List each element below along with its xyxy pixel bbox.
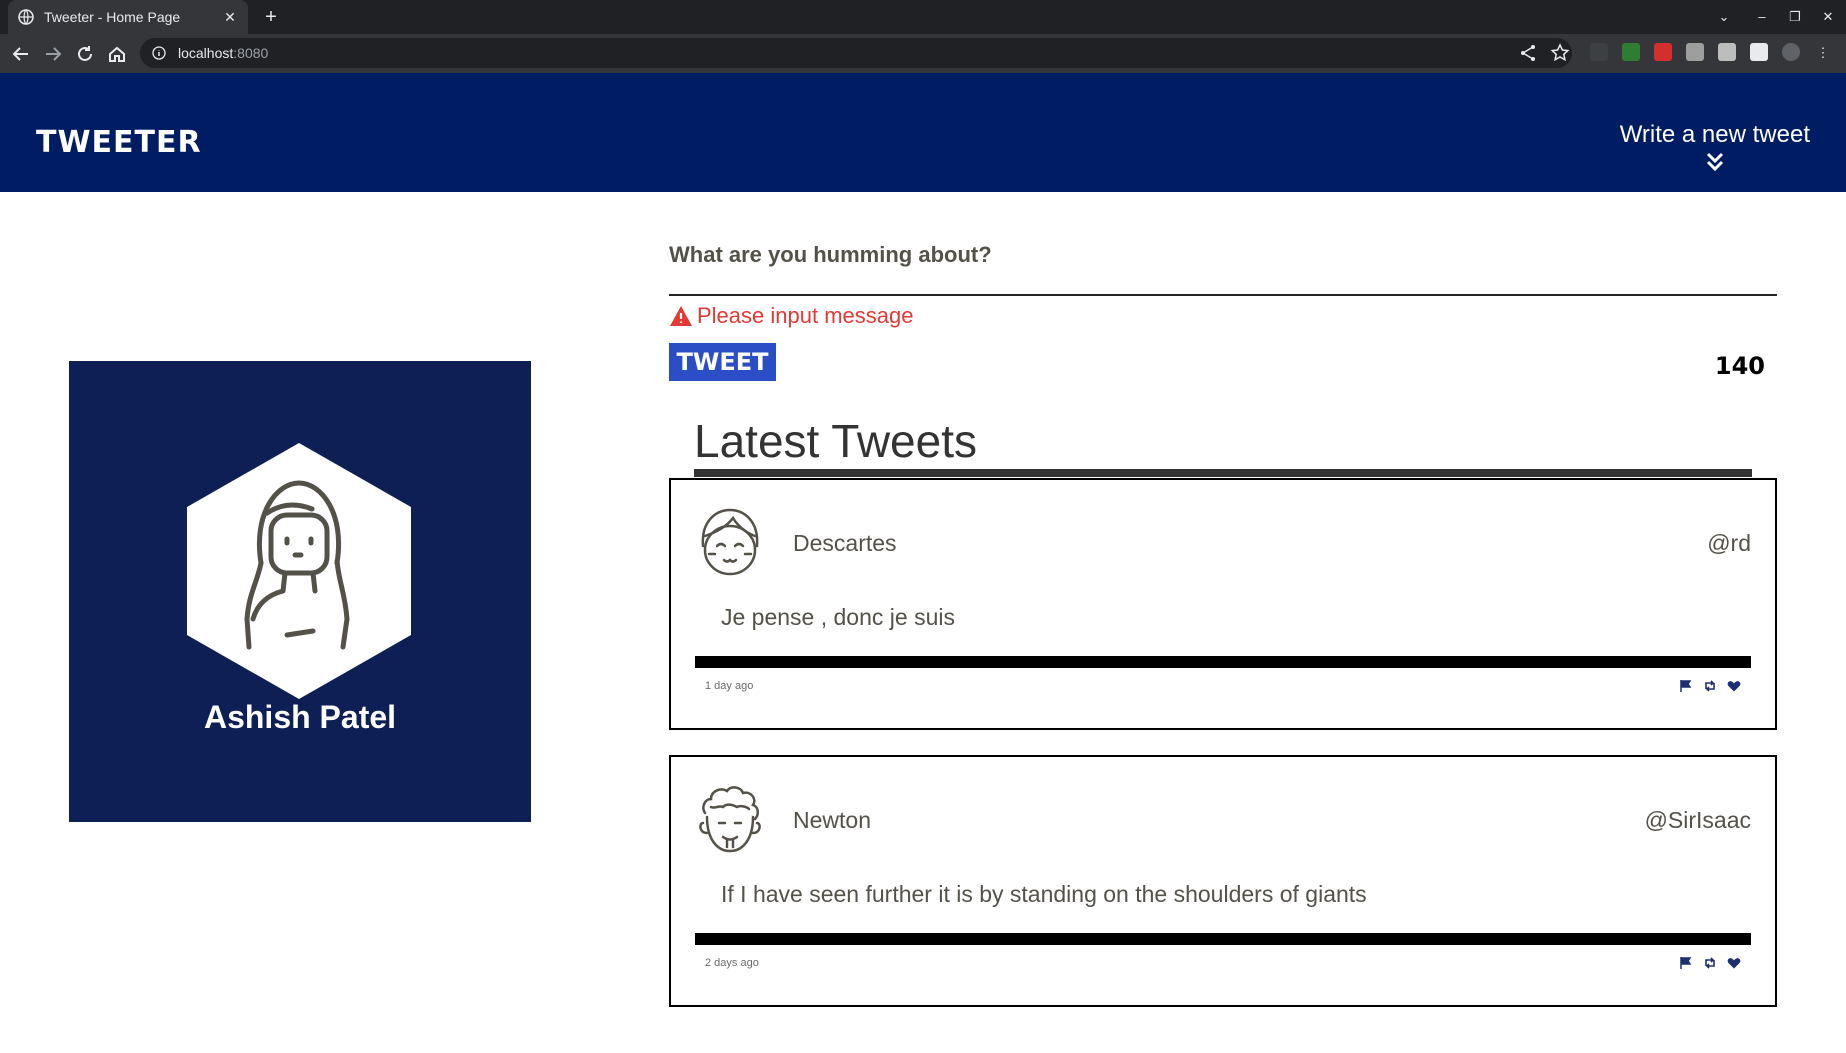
error-message: Please input message xyxy=(669,303,913,329)
tab-title: Tweeter - Home Page xyxy=(44,9,181,25)
globe-icon xyxy=(18,9,34,25)
reload-icon[interactable] xyxy=(74,43,96,65)
star-icon[interactable] xyxy=(1550,43,1570,63)
restore-icon[interactable]: ❐ xyxy=(1784,6,1806,28)
tweet-author: Newton xyxy=(793,807,871,833)
tweet-timestamp: 1 day ago xyxy=(705,680,754,692)
new-tab-button[interactable]: + xyxy=(260,6,282,28)
site-header: TWEETER Write a new tweet xyxy=(0,73,1846,192)
warning-icon xyxy=(670,306,692,326)
write-new-tweet-toggle[interactable]: Write a new tweet xyxy=(1620,121,1810,173)
url-host: localhost xyxy=(178,45,234,61)
flag-icon[interactable] xyxy=(1679,679,1693,693)
minimize-icon[interactable]: – xyxy=(1751,6,1773,28)
tweet-divider xyxy=(695,933,1751,945)
latest-tweets-divider xyxy=(694,469,1752,477)
error-text: Please input message xyxy=(697,303,914,328)
tweet-divider xyxy=(695,656,1751,668)
tweet-card: Descartes @rd Je pense , donc je suis 1 … xyxy=(669,478,1777,730)
tweet-author: Descartes xyxy=(793,530,897,556)
character-counter: 140 xyxy=(1714,352,1765,380)
tweet-card: Newton @SirIsaac If I have seen further … xyxy=(669,755,1777,1007)
profile-avatar xyxy=(187,443,411,699)
retweet-icon[interactable] xyxy=(1703,679,1717,693)
extension-colors-icon[interactable] xyxy=(1590,43,1608,61)
tab-tweeter-home[interactable]: Tweeter - Home Page ✕ xyxy=(8,0,248,34)
tweet-submit-button[interactable]: TWEET xyxy=(669,343,776,381)
forward-icon[interactable] xyxy=(42,43,64,65)
extensions-puzzle-icon[interactable] xyxy=(1718,43,1736,61)
share-icon[interactable] xyxy=(1518,43,1538,63)
heart-icon[interactable] xyxy=(1727,679,1741,693)
latest-tweets-title: Latest Tweets xyxy=(694,415,977,467)
tweet-actions xyxy=(1679,956,1741,970)
heart-icon[interactable] xyxy=(1727,956,1741,970)
url-port: :8080 xyxy=(233,45,269,61)
tweet-textarea-wrap xyxy=(669,272,1777,292)
tweet-content: If I have seen further it is by standing… xyxy=(721,881,1367,907)
extension-reader-icon[interactable] xyxy=(1686,43,1704,61)
profile-name: Ashish Patel xyxy=(203,699,397,735)
close-tab-icon[interactable]: ✕ xyxy=(222,9,238,25)
address-bar[interactable]: localhost:8080 xyxy=(140,38,1572,68)
tweet-handle: @rd xyxy=(1707,530,1751,556)
tweet-handle: @SirIsaac xyxy=(1644,807,1751,833)
side-panel-icon[interactable] xyxy=(1750,43,1768,61)
profile-avatar-icon[interactable] xyxy=(1782,43,1800,61)
extension-shield-icon[interactable] xyxy=(1622,43,1640,61)
back-icon[interactable] xyxy=(10,43,32,65)
home-icon[interactable] xyxy=(106,43,128,65)
tab-bar: Tweeter - Home Page ✕ + ⌄ – ❐ ✕ xyxy=(0,0,1846,34)
tweet-avatar xyxy=(701,508,759,576)
flag-icon[interactable] xyxy=(1679,956,1693,970)
close-window-icon[interactable]: ✕ xyxy=(1817,6,1839,28)
info-icon[interactable] xyxy=(152,46,166,60)
tweet-textarea[interactable] xyxy=(669,272,1777,292)
browser-toolbar: localhost:8080 ⋮ xyxy=(0,34,1846,73)
brand-logo[interactable]: TWEETER xyxy=(36,125,202,160)
tweet-avatar xyxy=(699,786,761,853)
tweet-timestamp: 2 days ago xyxy=(705,957,759,969)
compose-label[interactable]: Write a new tweet xyxy=(1620,121,1810,149)
tweet-content: Je pense , donc je suis xyxy=(721,604,955,630)
retweet-icon[interactable] xyxy=(1703,956,1717,970)
extension-tp-icon[interactable] xyxy=(1654,43,1672,61)
menu-icon[interactable]: ⋮ xyxy=(1812,42,1834,64)
browser-chrome: Tweeter - Home Page ✕ + ⌄ – ❐ ✕ localhos… xyxy=(0,0,1846,73)
tab-search-icon[interactable]: ⌄ xyxy=(1713,6,1735,28)
tweet-actions xyxy=(1679,679,1741,693)
textarea-underline xyxy=(669,294,1777,296)
profile-card: Ashish Patel xyxy=(69,361,531,822)
compose-prompt: What are you humming about? xyxy=(669,242,992,267)
double-chevron-down-icon[interactable] xyxy=(1705,151,1725,173)
